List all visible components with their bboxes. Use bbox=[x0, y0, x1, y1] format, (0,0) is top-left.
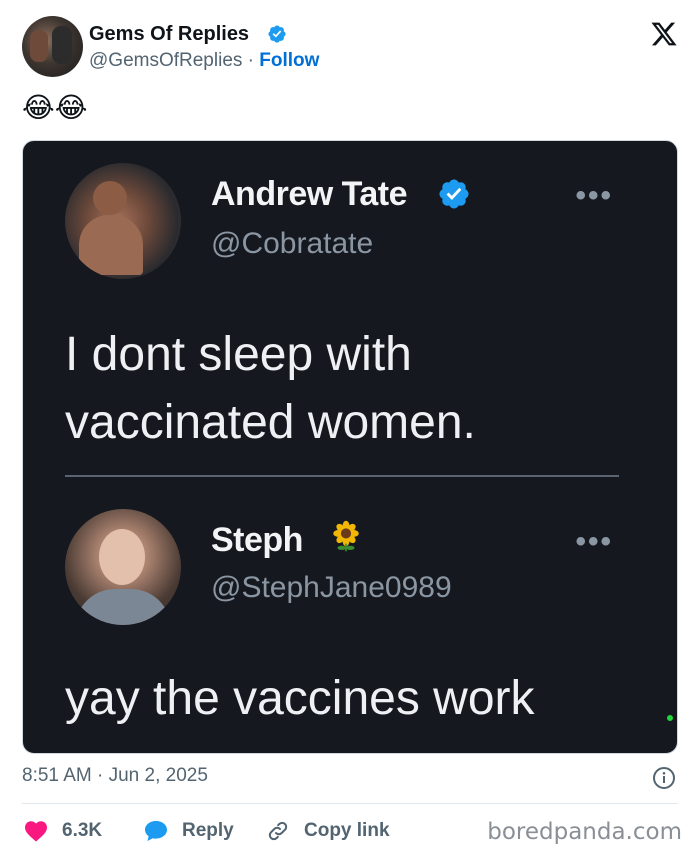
link-icon bbox=[268, 821, 288, 841]
embedded-screenshot[interactable]: Andrew Tate @Cobratate ••• I dont sleep … bbox=[22, 140, 678, 754]
verified-badge-icon bbox=[268, 25, 286, 43]
post-text: 😂😂 bbox=[22, 92, 88, 123]
like-button[interactable]: 6.3K bbox=[24, 816, 102, 846]
sunflower-icon bbox=[333, 520, 359, 552]
like-count: 6.3K bbox=[62, 820, 103, 841]
info-icon[interactable] bbox=[652, 766, 676, 790]
speech-bubble-icon bbox=[145, 821, 167, 841]
embedded-author-name: Steph bbox=[211, 521, 303, 559]
copy-link-button[interactable]: Copy link bbox=[266, 816, 390, 846]
x-logo-icon[interactable] bbox=[650, 20, 678, 48]
more-icon: ••• bbox=[575, 525, 613, 558]
watermark: boredpanda.com bbox=[487, 819, 682, 845]
avatar bbox=[65, 509, 181, 625]
post-header: Gems Of Replies @GemsOfReplies · Follow bbox=[22, 16, 682, 78]
embedded-tweet-text: yay the vaccines work bbox=[65, 672, 535, 725]
post-timestamp[interactable]: 8:51 AM · Jun 2, 2025 bbox=[22, 765, 208, 787]
reply-label: Reply bbox=[182, 820, 234, 841]
heart-icon bbox=[25, 821, 47, 842]
separator-dot: · bbox=[247, 50, 254, 71]
copy-link-label: Copy link bbox=[304, 820, 390, 841]
author-avatar[interactable] bbox=[22, 16, 83, 77]
reply-button[interactable]: Reply bbox=[144, 816, 234, 846]
divider bbox=[22, 803, 678, 804]
embedded-author-handle: @StephJane0989 bbox=[211, 571, 452, 604]
status-dot bbox=[667, 715, 673, 721]
embedded-tweet-steph: Steph @StephJane0989 ••• yay the vaccine… bbox=[23, 141, 677, 753]
author-handle[interactable]: @GemsOfReplies bbox=[89, 50, 242, 71]
tweet-card: Gems Of Replies @GemsOfReplies · Follow … bbox=[0, 0, 700, 857]
author-name[interactable]: Gems Of Replies bbox=[89, 23, 249, 46]
follow-button[interactable]: Follow bbox=[259, 50, 319, 71]
author-handle-line: @GemsOfReplies · Follow bbox=[89, 50, 319, 72]
